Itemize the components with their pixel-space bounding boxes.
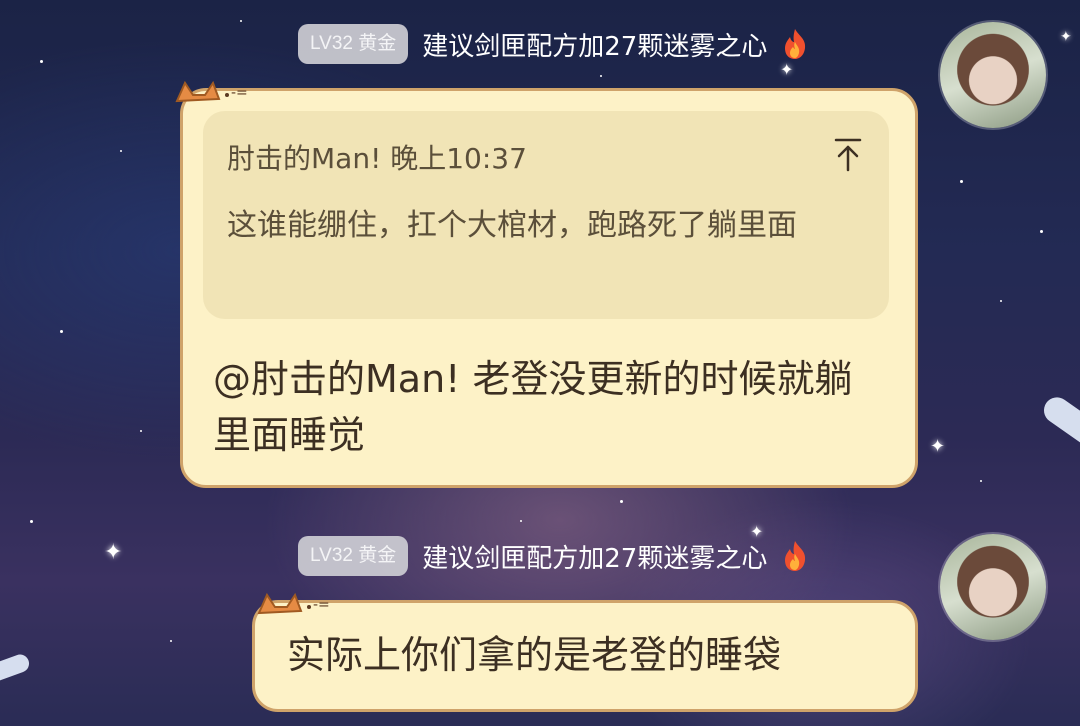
quote-author-time: 肘击的Man! 晚上10:37 (227, 142, 527, 175)
message-text: @肘击的Man! 老登没更新的时候就躺里面睡觉 (213, 357, 853, 457)
fire-icon (785, 541, 806, 571)
username[interactable]: 建议剑匣配方加27颗迷雾之心 (422, 538, 767, 575)
message-bubble[interactable]: -= 肘击的Man! 晚上10:37 这谁能绷住，扛个大棺材，跑路死了躺里面 @… (175, 80, 918, 488)
level-badge[interactable]: LV32 黄金 (298, 536, 409, 576)
level-badge[interactable]: LV32 黄金 (298, 24, 409, 64)
cat-ears-decoration: -= (175, 80, 248, 103)
message-header: LV32 黄金 建议剑匣配方加27颗迷雾之心 (298, 24, 809, 64)
quote-text: 这谁能绷住，扛个大棺材，跑路死了躺里面 (227, 208, 797, 243)
avatar-girl-icon[interactable] (940, 22, 1046, 128)
jump-to-top-icon[interactable] (833, 137, 863, 173)
message-bubble[interactable]: -= 实际上你们拿的是老登的睡袋 (252, 592, 918, 712)
username[interactable]: 建议剑匣配方加27颗迷雾之心 (422, 26, 767, 63)
cat-ears-decoration: -= (257, 592, 330, 615)
svg-text:-=: -= (313, 597, 330, 613)
fire-icon (785, 29, 806, 59)
message-header: LV32 黄金 建议剑匣配方加27颗迷雾之心 (298, 536, 809, 576)
quoted-message[interactable]: 肘击的Man! 晚上10:37 这谁能绷住，扛个大棺材，跑路死了躺里面 (203, 111, 889, 319)
message-text: 实际上你们拿的是老登的睡袋 (287, 633, 782, 677)
avatar-girl-icon[interactable] (940, 534, 1046, 640)
svg-text:-=: -= (231, 85, 248, 101)
